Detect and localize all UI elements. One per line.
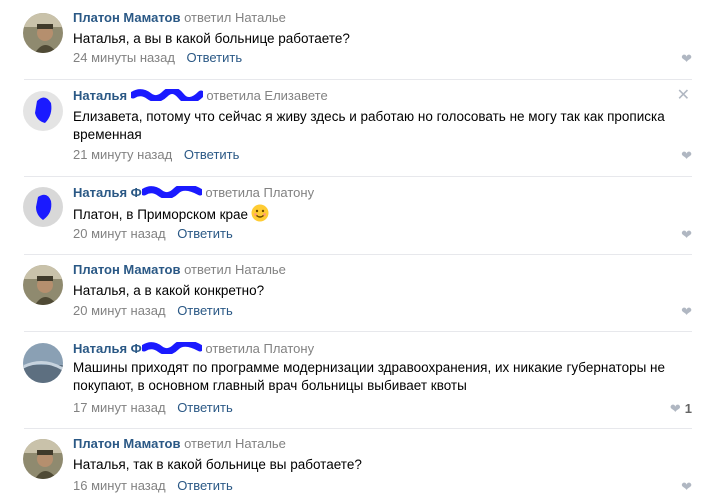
author-name[interactable]: Наталья xyxy=(73,88,127,103)
comment-meta: 17 минут назад Ответить xyxy=(73,400,233,416)
comment-time[interactable]: 20 минут назад xyxy=(73,226,166,241)
avatar-natalia[interactable] xyxy=(23,91,63,131)
comment-time[interactable]: 16 минут назад xyxy=(73,478,166,493)
divider xyxy=(24,79,692,80)
divider xyxy=(24,254,692,255)
comment-header: Платон Маматов ответил Наталье xyxy=(73,10,286,26)
comment-text: Наталья, а вы в какой больнице работаете… xyxy=(73,31,350,46)
divider xyxy=(24,331,692,332)
author-name[interactable]: Платон Маматов xyxy=(73,10,180,25)
reply-button[interactable]: Ответить xyxy=(177,226,233,241)
comment-meta: 21 минуту назад Ответить xyxy=(73,147,239,163)
comment-text: Машины приходят по программе модернизаци… xyxy=(73,360,665,393)
comment-meta: 20 минут назад Ответить xyxy=(73,226,233,242)
comment-time[interactable]: 20 минут назад xyxy=(73,303,166,318)
author-name[interactable]: Наталья Ф xyxy=(73,341,142,356)
author-name[interactable]: Платон Маматов xyxy=(73,436,180,451)
avatar-platon[interactable] xyxy=(23,13,63,53)
reply-target[interactable]: ответила Платону xyxy=(205,341,314,356)
redaction-scribble xyxy=(130,89,203,101)
comment-text: Наталья, так в какой больнице вы работае… xyxy=(73,457,362,472)
comment-meta: 16 минут назад Ответить xyxy=(73,478,233,494)
avatar-platon[interactable] xyxy=(23,439,63,479)
redaction-scribble xyxy=(141,186,202,198)
like-button[interactable]: ❤ xyxy=(681,479,692,495)
reply-button[interactable]: Ответить xyxy=(184,147,240,162)
author-name[interactable]: Наталья Ф xyxy=(73,185,142,200)
divider xyxy=(24,176,692,177)
heart-icon: ❤ xyxy=(681,227,692,242)
heart-icon: ❤ xyxy=(681,479,692,494)
like-button[interactable]: ❤ xyxy=(681,227,692,243)
comment-header: Наталья Ф ответила Платону xyxy=(73,341,314,357)
avatar-platon[interactable] xyxy=(23,265,63,305)
comment-header: Платон Маматов ответил Наталье xyxy=(73,262,286,278)
comment-text-content: Платон, в Приморском крае xyxy=(73,207,249,222)
like-count: 1 xyxy=(684,401,692,416)
comment-time[interactable]: 21 минуту назад xyxy=(73,147,172,162)
like-button[interactable]: ❤ xyxy=(681,51,692,67)
comment-meta: 20 минут назад Ответить xyxy=(73,303,233,319)
comment-text: Платон, в Приморском крае xyxy=(73,204,673,224)
reply-button[interactable]: Ответить xyxy=(177,400,233,415)
divider xyxy=(24,428,692,429)
comment-header: Наталья ответила Елизавете xyxy=(73,88,328,104)
reply-button[interactable]: Ответить xyxy=(177,478,233,493)
comment-header: Наталья Ф ответила Платону xyxy=(73,185,314,201)
like-button[interactable]: ❤ xyxy=(681,148,692,164)
reply-button[interactable]: Ответить xyxy=(187,50,243,65)
avatar-natalia-f[interactable] xyxy=(23,343,63,383)
close-icon[interactable]: ✕ xyxy=(677,88,690,104)
comment-time[interactable]: 24 минуты назад xyxy=(73,50,175,65)
comment-meta: 24 минуты назад Ответить xyxy=(73,50,242,66)
reply-target[interactable]: ответил Наталье xyxy=(184,436,286,451)
heart-icon: ❤ xyxy=(681,148,692,163)
reply-target[interactable]: ответила Елизавете xyxy=(206,88,327,103)
reply-target[interactable]: ответил Наталье xyxy=(184,10,286,25)
comment-header: Платон Маматов ответил Наталье xyxy=(73,436,286,452)
redaction-scribble xyxy=(141,342,202,354)
reply-target[interactable]: ответил Наталье xyxy=(184,262,286,277)
comment-text: Елизавета, потому что сейчас я живу здес… xyxy=(73,109,665,142)
author-name[interactable]: Платон Маматов xyxy=(73,262,180,277)
heart-icon: ❤ xyxy=(681,304,692,319)
reply-target[interactable]: ответила Платону xyxy=(205,185,314,200)
avatar-natalia-f[interactable] xyxy=(23,187,63,227)
smile-emoji-icon xyxy=(251,204,269,222)
reply-button[interactable]: Ответить xyxy=(177,303,233,318)
comment-time[interactable]: 17 минут назад xyxy=(73,400,166,415)
like-button[interactable]: ❤ 1 xyxy=(670,401,692,417)
comment-text: Наталья, а в какой конкретно? xyxy=(73,283,265,298)
like-button[interactable]: ❤ xyxy=(681,304,692,320)
heart-icon: ❤ xyxy=(669,401,681,416)
heart-icon: ❤ xyxy=(681,51,692,66)
